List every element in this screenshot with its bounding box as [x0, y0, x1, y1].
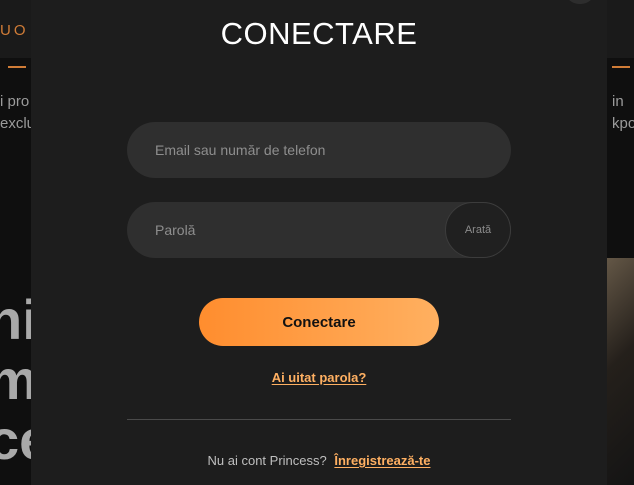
- background-right-text-line-1: in: [612, 93, 624, 110]
- login-button[interactable]: Conectare: [199, 298, 439, 346]
- register-link[interactable]: Înregistrează-te: [334, 453, 430, 468]
- background-menu-fragment: UO: [0, 22, 29, 39]
- close-button[interactable]: [565, 0, 595, 4]
- background-art-fragment: [605, 258, 634, 485]
- register-row: Nu ai cont Princess? Înregistrează-te: [31, 453, 607, 468]
- email-field[interactable]: [127, 122, 511, 178]
- password-field[interactable]: Arată: [127, 202, 511, 258]
- login-modal: CONECTARE Arată Conectare Ai uitat parol…: [31, 0, 607, 485]
- email-input[interactable]: [155, 122, 485, 178]
- background-accent-line-right: [612, 66, 630, 68]
- background-left-text: i pro exclu: [0, 91, 35, 135]
- show-password-button[interactable]: Arată: [445, 202, 511, 258]
- divider: [127, 419, 511, 420]
- forgot-password-link[interactable]: Ai uitat parola?: [31, 370, 607, 385]
- login-page: UO i pro exclu in kpo hi m ce CONECTARE …: [0, 0, 634, 485]
- background-right-text: in kpo: [612, 91, 634, 135]
- register-prompt: Nu ai cont Princess?: [207, 453, 327, 468]
- password-input[interactable]: [155, 202, 425, 258]
- background-left-text-line-2: exclu: [0, 115, 36, 132]
- modal-title: CONECTARE: [220, 16, 418, 51]
- background-accent-line-left: [8, 66, 26, 68]
- background-left-text-line-1: i pro: [0, 93, 30, 110]
- background-right-text-line-2: kpo: [612, 115, 634, 132]
